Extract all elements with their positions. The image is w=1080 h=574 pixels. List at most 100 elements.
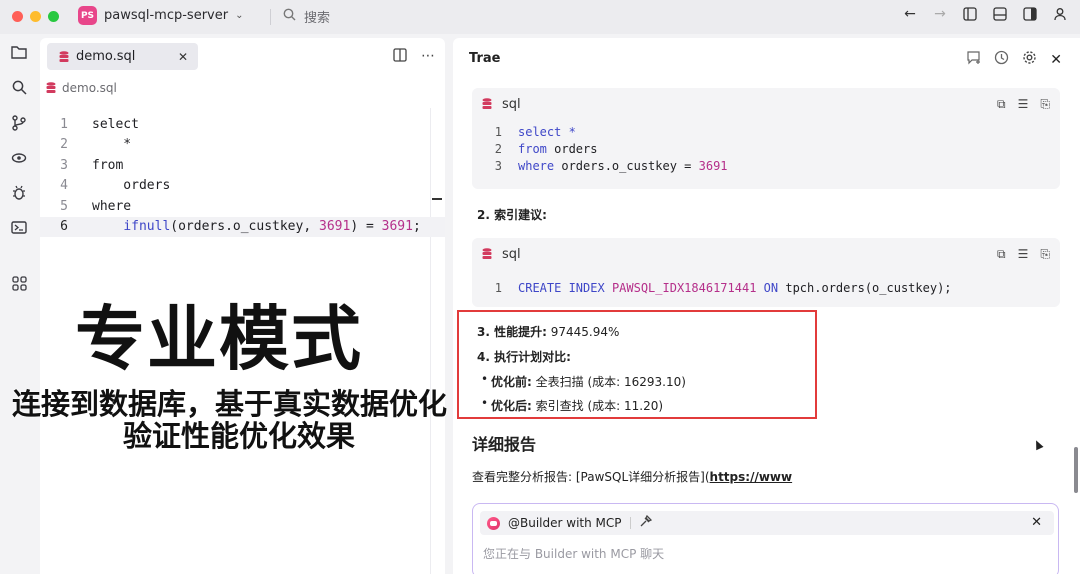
code-line: 3 from (40, 155, 445, 176)
code-block-language: sql (502, 96, 521, 112)
code-text: orders (92, 178, 171, 194)
database-icon (59, 50, 69, 63)
line-number: 1 (494, 124, 502, 139)
terminal-icon[interactable] (10, 219, 28, 237)
code-text: ifnull(orders.o_custkey, 3691) = 3691; (92, 219, 421, 235)
breadcrumb[interactable]: demo.sql (46, 81, 117, 95)
history-icon[interactable] (994, 50, 1009, 69)
agent-name: @Builder with MCP (508, 516, 622, 530)
chevron-down-icon: ⌄ (235, 10, 244, 21)
panel-scrollbar[interactable] (1074, 447, 1078, 493)
apply-file-icon[interactable]: ⎘ (1040, 247, 1050, 262)
code-text: from (92, 157, 124, 173)
window-controls (12, 11, 59, 22)
title-bar: PS pawsql-mcp-server ⌄ 搜索 ← → (0, 0, 1080, 34)
activity-bar (0, 34, 38, 574)
close-tab-icon[interactable]: ✕ (178, 50, 188, 64)
line-number: 5 (60, 198, 68, 214)
code-text: * (92, 137, 132, 153)
toggle-right-sidebar-icon[interactable] (1022, 6, 1038, 22)
code-segment: ifnull(orders.o_custkey, 3691) = 3691; (123, 219, 421, 235)
index-suggestion-heading: 2. 索引建议: (477, 206, 547, 223)
apply-file-icon[interactable]: ⎘ (1040, 97, 1050, 112)
project-switcher[interactable]: PS pawsql-mcp-server ⌄ (78, 6, 243, 25)
tools-hammer-icon[interactable] (639, 514, 652, 531)
chat-placeholder: 您正在与 Builder with MCP 聊天 (483, 547, 665, 561)
chat-agent-bar: @Builder with MCP ✕ (480, 511, 1054, 535)
more-actions-icon[interactable]: ⋯ (421, 48, 435, 66)
split-editor-icon[interactable] (393, 48, 407, 66)
code-block-header: sql ⧉ ☰ ⎘ (472, 88, 1060, 120)
overlay-caption-line2: 验证性能优化效果 (123, 419, 356, 453)
report-link[interactable]: https://www (710, 470, 793, 484)
code-line: 5 where (40, 196, 445, 217)
code-line: 2 * (40, 135, 445, 156)
remove-agent-icon[interactable]: ✕ (1031, 515, 1042, 530)
assistant-panel: Trae ✕ sql ⧉ ☰ ⎘ 1select * 2from order (453, 38, 1080, 574)
editor-tab[interactable]: demo.sql ✕ (47, 43, 198, 70)
project-badge: PS (78, 6, 97, 25)
code-text: select (92, 116, 139, 132)
code-text: select * (518, 124, 576, 139)
code-area[interactable]: 1 select 2 * 3 from 4 orders 5 where 6 i… (40, 114, 445, 237)
remote-explorer-icon[interactable] (10, 149, 28, 167)
line-number: 3 (494, 158, 502, 173)
chat-input-box[interactable]: @Builder with MCP ✕ 您正在与 Builder with MC… (472, 503, 1059, 574)
zoom-window-button[interactable] (48, 11, 59, 22)
code-line: 2 from orders (492, 140, 1060, 157)
code-text: where orders.o_custkey = 3691 (518, 158, 728, 173)
divider (270, 8, 271, 25)
divider (629, 517, 631, 529)
copy-icon[interactable]: ⧉ (997, 97, 1006, 112)
close-window-button[interactable] (12, 11, 23, 22)
close-panel-icon[interactable]: ✕ (1050, 52, 1062, 68)
highlight-box (457, 310, 817, 419)
code-line-active: 6 ifnull(orders.o_custkey, 3691) = 3691; (40, 216, 445, 237)
line-number: 2 (494, 141, 502, 156)
forward-arrow-icon[interactable]: → (932, 6, 948, 22)
detail-prefix: 查看完整分析报告: [PawSQL详细分析报告]( (472, 470, 710, 484)
detail-report-text: 查看完整分析报告: [PawSQL详细分析报告](https://www (472, 468, 792, 485)
overlay-headline: 专业模式 (75, 298, 363, 380)
code-text: CREATE INDEX PAWSQL_IDX1846171441 ON tpc… (518, 280, 952, 295)
new-chat-icon[interactable] (966, 50, 981, 69)
line-number: 3 (60, 157, 68, 173)
code-block-language: sql (502, 246, 521, 262)
database-icon (482, 248, 492, 260)
back-arrow-icon[interactable]: ← (902, 6, 918, 22)
breadcrumb-file: demo.sql (62, 81, 117, 95)
code-line: 1 CREATE INDEX PAWSQL_IDX1846171441 ON tp… (492, 279, 1060, 296)
toggle-left-sidebar-icon[interactable] (962, 6, 978, 22)
agent-icon (487, 516, 500, 530)
global-search[interactable]: 搜索 (270, 7, 330, 26)
minimize-window-button[interactable] (30, 11, 41, 22)
toggle-bottom-panel-icon[interactable] (992, 6, 1008, 22)
line-number: 1 (494, 280, 502, 295)
account-icon[interactable] (1052, 6, 1068, 22)
settings-gear-icon[interactable] (1022, 50, 1037, 69)
line-number: 2 (60, 137, 68, 153)
line-number: 1 (60, 116, 68, 132)
panel-title: Trae (469, 51, 501, 66)
extensions-icon[interactable] (10, 274, 28, 292)
tab-label: demo.sql (76, 49, 136, 64)
database-icon (482, 98, 492, 110)
source-control-icon[interactable] (10, 114, 28, 132)
code-block-1: sql ⧉ ☰ ⎘ 1 select * 2 from orders 3 where … (472, 88, 1060, 189)
debug-icon[interactable] (10, 184, 28, 202)
code-text: where (92, 198, 132, 214)
code-line: 1 select (40, 114, 445, 135)
insert-code-icon[interactable]: ☰ (1018, 97, 1029, 112)
project-name: pawsql-mcp-server (104, 8, 229, 23)
explorer-icon[interactable] (10, 43, 28, 61)
search-icon (283, 8, 296, 25)
database-icon (46, 82, 56, 94)
code-line: 1 select * (492, 123, 1060, 140)
insert-code-icon[interactable]: ☰ (1018, 247, 1029, 262)
code-block-2: sql ⧉ ☰ ⎘ 1 CREATE INDEX PAWSQL_IDX184617… (472, 238, 1060, 307)
copy-icon[interactable]: ⧉ (997, 247, 1006, 262)
detail-report-title: 详细报告 (472, 435, 537, 454)
code-block-header: sql ⧉ ☰ ⎘ (472, 238, 1060, 270)
search-icon[interactable] (10, 78, 28, 96)
